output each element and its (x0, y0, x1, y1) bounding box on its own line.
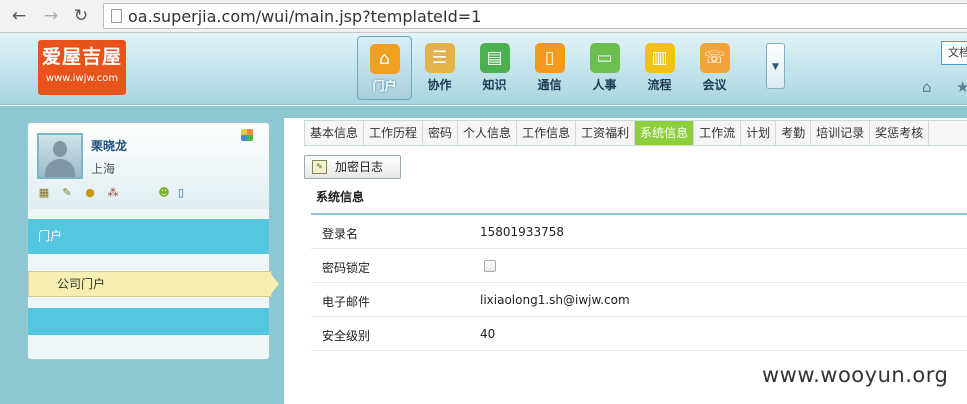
section-title: 系统信息 (316, 190, 365, 204)
chevron-down-icon: ▼ (772, 62, 779, 72)
module-label: 通信 (537, 78, 562, 92)
security-level-value: 40 (480, 327, 496, 341)
table-row: 登录名 15801933758 (311, 215, 967, 249)
menu-company-portal[interactable]: 公司门户 (28, 271, 272, 297)
login-name-value: 15801933758 (480, 225, 564, 239)
avatar[interactable] (37, 133, 83, 179)
user-box: 栗晓龙 上海 ▦ ✎ ● ⁂ ☻ ▯ 门户 公司门户 (27, 122, 279, 360)
security-level-label: 安全级别 (322, 329, 371, 343)
system-info-table: 登录名 15801933758 密码锁定 电子邮件 lixiaolong1.sh… (311, 215, 967, 351)
app-header: 爱屋吉屋 www.iwjw.com ⌂ 门户 ☰ 协作 ▤ 知识 ▯ 通信 ▭ … (0, 33, 967, 105)
logo-main-text: 爱屋吉屋 (41, 46, 122, 68)
meeting-icon: ☏ (699, 43, 730, 73)
skin-icon[interactable] (241, 129, 253, 141)
password-lock-checkbox[interactable] (484, 260, 496, 272)
back-icon[interactable]: ← (8, 5, 30, 27)
table-row: 电子邮件 lixiaolong1.sh@iwjw.com (311, 283, 967, 317)
reload-icon[interactable]: ↻ (70, 5, 92, 27)
module-communication[interactable]: ▯ 通信 (522, 36, 577, 100)
logo[interactable]: 爱屋吉屋 www.iwjw.com (38, 40, 126, 95)
bar-chart-icon: ▥ (644, 43, 675, 73)
tab-salary[interactable]: 工资福利 (576, 121, 636, 145)
user-name[interactable]: 栗晓龙 (91, 137, 127, 154)
tab-work-info[interactable]: 工作信息 (517, 121, 577, 145)
encrypt-log-label: 加密日志 (335, 160, 384, 174)
content-panel: 基本信息 工作历程 密码 个人信息 工作信息 工资福利 系统信息 工作流 计划 … (284, 106, 967, 404)
logo-sub-text: www.iwjw.com (45, 73, 119, 84)
lock-icon[interactable]: ● (82, 186, 98, 200)
tab-personal-info[interactable]: 个人信息 (458, 121, 518, 145)
module-label: 门户 (372, 79, 397, 93)
home-small-icon[interactable]: ⌂ (922, 78, 932, 96)
module-portal[interactable]: ⌂ 门户 (357, 36, 412, 100)
star-icon[interactable]: ★ (956, 78, 967, 96)
encrypt-log-button[interactable]: ✎ 加密日志 (304, 155, 401, 179)
table-row: 密码锁定 (311, 249, 967, 283)
module-workflow[interactable]: ▥ 流程 (632, 36, 687, 100)
module-label: 知识 (482, 78, 507, 92)
books-icon: ▤ (479, 43, 510, 73)
book-icon[interactable]: ▦ (36, 186, 52, 200)
more-modules-dropdown[interactable]: ▼ (766, 43, 785, 89)
tab-rewards[interactable]: 奖惩考核 (870, 121, 930, 145)
module-label: 会议 (702, 78, 727, 92)
module-hr[interactable]: ▭ 人事 (577, 36, 632, 100)
module-nav: ⌂ 门户 ☰ 协作 ▤ 知识 ▯ 通信 ▭ 人事 ▥ 流程 ☏ 会议 (357, 36, 742, 102)
watermark: www.wooyun.org (762, 363, 949, 387)
table-row: 安全级别 40 (311, 317, 967, 351)
email-value: lixiaolong1.sh@iwjw.com (480, 293, 630, 307)
address-bar[interactable]: oa.superjia.com/wui/main.jsp?templateId=… (103, 3, 967, 29)
org-chart-icon[interactable]: ⁂ (105, 186, 121, 200)
mobile-icon[interactable]: ▯ (173, 186, 189, 200)
content-top-strip (284, 106, 967, 118)
chat-icon[interactable]: ☻ (156, 186, 172, 200)
url-text: oa.superjia.com/wui/main.jsp?templateId=… (128, 7, 482, 26)
info-tabs: 基本信息 工作历程 密码 个人信息 工作信息 工资福利 系统信息 工作流 计划 … (304, 120, 967, 146)
module-collaboration[interactable]: ☰ 协作 (412, 36, 467, 100)
module-label: 流程 (647, 78, 672, 92)
login-name-label: 登录名 (322, 227, 359, 241)
avatar-body (45, 159, 75, 177)
menu-portal[interactable]: 门户 (28, 219, 269, 254)
module-knowledge[interactable]: ▤ 知识 (467, 36, 522, 100)
page-icon (111, 9, 122, 23)
document-box[interactable]: 文档 (941, 41, 967, 65)
clipboard-icon: ☰ (424, 43, 455, 73)
tab-basic-info[interactable]: 基本信息 (305, 121, 365, 145)
tab-training[interactable]: 培训记录 (811, 121, 871, 145)
email-label: 电子邮件 (322, 295, 371, 309)
module-label: 协作 (427, 78, 452, 92)
tab-attendance[interactable]: 考勤 (776, 121, 812, 145)
tab-password[interactable]: 密码 (423, 121, 459, 145)
phone-icon: ▯ (534, 43, 565, 73)
home-icon: ⌂ (369, 44, 400, 74)
forward-icon[interactable]: → (40, 5, 62, 27)
module-label: 人事 (592, 78, 617, 92)
left-panel: 栗晓龙 上海 ▦ ✎ ● ⁂ ☻ ▯ 门户 公司门户 (0, 106, 284, 404)
password-lock-label: 密码锁定 (322, 261, 371, 275)
user-header: 栗晓龙 上海 ▦ ✎ ● ⁂ ☻ ▯ (28, 123, 269, 209)
avatar-head (53, 141, 67, 157)
module-meeting[interactable]: ☏ 会议 (687, 36, 742, 100)
browser-toolbar: ← → ↻ oa.superjia.com/wui/main.jsp?templ… (0, 0, 967, 33)
tab-system-info[interactable]: 系统信息 (635, 121, 695, 145)
note-icon[interactable]: ✎ (59, 186, 75, 200)
tab-work-history[interactable]: 工作历程 (364, 121, 424, 145)
id-card-icon: ▭ (589, 43, 620, 73)
menu-empty-item[interactable] (28, 308, 269, 335)
user-city: 上海 (91, 162, 116, 176)
tab-plan[interactable]: 计划 (741, 121, 777, 145)
selected-arrow (271, 274, 279, 294)
user-tools: ▦ ✎ ● ⁂ ☻ ▯ (36, 186, 196, 200)
log-icon: ✎ (312, 160, 327, 174)
tab-workflow[interactable]: 工作流 (694, 121, 742, 145)
